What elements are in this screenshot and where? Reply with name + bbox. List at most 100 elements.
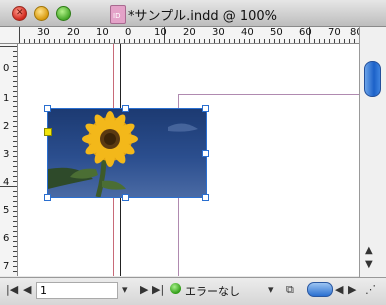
ruler-tick [13, 131, 17, 132]
ruler-tick [13, 171, 17, 172]
vruler-label: 2 [3, 121, 10, 132]
ruler-tick [44, 39, 45, 43]
next-page-button[interactable]: ▶ [140, 284, 148, 296]
ruler-tick [13, 181, 17, 182]
zoom-button[interactable] [56, 6, 71, 21]
horizontal-ruler[interactable]: 30 20 10 0 10 20 30 40 50 60 70 80 [17, 27, 359, 44]
ruler-tick [229, 39, 230, 43]
resize-handle-top-left[interactable] [44, 105, 51, 112]
ruler-tick [174, 39, 175, 43]
ruler-tick [89, 39, 90, 43]
ruler-tick [339, 39, 340, 43]
ruler-tick [344, 39, 345, 43]
scroll-down-arrow-icon[interactable]: ▼ [365, 259, 373, 270]
ruler-tick [13, 266, 17, 267]
ruler-tick [13, 136, 17, 137]
close-button[interactable]: ✕ [12, 6, 27, 21]
horizontal-scroll-thumb[interactable] [307, 282, 333, 297]
first-page-button[interactable]: |◀ [6, 284, 18, 296]
resize-handle-bottom-left[interactable] [44, 194, 51, 201]
ruler-tick [13, 216, 17, 217]
scroll-thumb[interactable] [364, 61, 381, 97]
ruler-tick [29, 39, 30, 43]
ruler-tick [13, 106, 17, 107]
ruler-tick [79, 39, 80, 43]
ruler-tick [134, 39, 135, 43]
ruler-tick [13, 201, 17, 202]
ruler-tick [49, 39, 50, 43]
previous-page-button[interactable]: ◀ [23, 284, 31, 296]
anchored-object-marker[interactable] [44, 128, 52, 136]
ruler-tick [319, 39, 320, 43]
ruler-tick [179, 39, 180, 43]
ruler-tick [74, 39, 75, 43]
vruler-label: 0 [3, 63, 10, 74]
vertical-scrollbar[interactable]: ▲ ▼ [359, 27, 386, 277]
ruler-tick [109, 39, 110, 43]
ruler-tick [13, 86, 17, 87]
ruler-tick [254, 39, 255, 43]
ruler-origin[interactable] [0, 27, 18, 44]
vruler-label: 3 [3, 149, 10, 160]
ruler-tick [119, 39, 120, 43]
vruler-label: 4 [3, 177, 10, 188]
resize-handle-top[interactable] [122, 105, 129, 112]
preflight-menu-button[interactable]: ▾ [268, 284, 274, 296]
ruler-tick [99, 39, 100, 43]
ruler-tick [13, 111, 17, 112]
ruler-tick [324, 39, 325, 43]
ruler-tick [104, 39, 105, 43]
ruler-tick [13, 141, 17, 142]
ruler-tick [209, 39, 210, 43]
sunflower-image-frame[interactable] [47, 108, 207, 198]
ruler-tick [169, 39, 170, 43]
ruler-tick [13, 146, 17, 147]
scroll-up-arrow-icon[interactable]: ▲ [365, 245, 373, 256]
resize-handle-bottom[interactable] [122, 194, 129, 201]
last-page-button[interactable]: ▶| [152, 284, 164, 296]
resize-handle-right[interactable] [202, 150, 209, 157]
ruler-tick [13, 156, 17, 157]
ruler-tick [289, 39, 290, 43]
hruler-label: 10 [96, 27, 109, 38]
scroll-right-arrow-icon[interactable]: ▶ [348, 284, 356, 296]
ruler-tick [13, 96, 17, 97]
ruler-tick [304, 39, 305, 43]
close-icon: ✕ [16, 8, 24, 18]
ruler-tick [269, 39, 270, 43]
ruler-tick [189, 39, 190, 43]
ruler-tick [154, 39, 155, 43]
vertical-ruler[interactable]: 0 1 2 3 4 5 6 7 [0, 44, 18, 276]
ruler-tick [259, 39, 260, 43]
hruler-label: 20 [67, 27, 80, 38]
ruler-tick [13, 231, 17, 232]
ruler-tick [69, 39, 70, 43]
ruler-tick [13, 81, 17, 82]
hruler-label: 30 [212, 27, 225, 38]
ruler-tick [284, 39, 285, 43]
resize-handle-bottom-right[interactable] [202, 194, 209, 201]
ruler-tick [13, 61, 17, 62]
page-number-field[interactable]: 1 [36, 282, 118, 299]
ruler-tick [314, 39, 315, 43]
ruler-tick [13, 151, 17, 152]
ruler-tick [274, 39, 275, 43]
title-bar[interactable]: ✕ ID *サンプル.indd @ 100% [0, 0, 386, 27]
ruler-tick [13, 271, 17, 272]
ruler-tick [13, 166, 17, 167]
ruler-tick [149, 39, 150, 43]
page-dropdown-button[interactable]: ▾ [122, 284, 128, 296]
ruler-tick [24, 39, 25, 43]
hruler-label: 0 [125, 27, 132, 38]
ruler-tick [234, 39, 235, 43]
resize-grip-icon[interactable]: ⋰ [365, 284, 376, 296]
vruler-label: 5 [3, 205, 10, 216]
scroll-left-arrow-icon[interactable]: ◀ [335, 284, 343, 296]
vruler-label: 6 [3, 233, 10, 244]
indesign-document-icon: ID [110, 5, 126, 24]
open-file-icon[interactable]: ⧉ [286, 284, 294, 296]
resize-handle-top-right[interactable] [202, 105, 209, 112]
vruler-label: 1 [3, 93, 10, 104]
minimize-button[interactable] [34, 6, 49, 21]
pasteboard[interactable] [18, 44, 359, 276]
